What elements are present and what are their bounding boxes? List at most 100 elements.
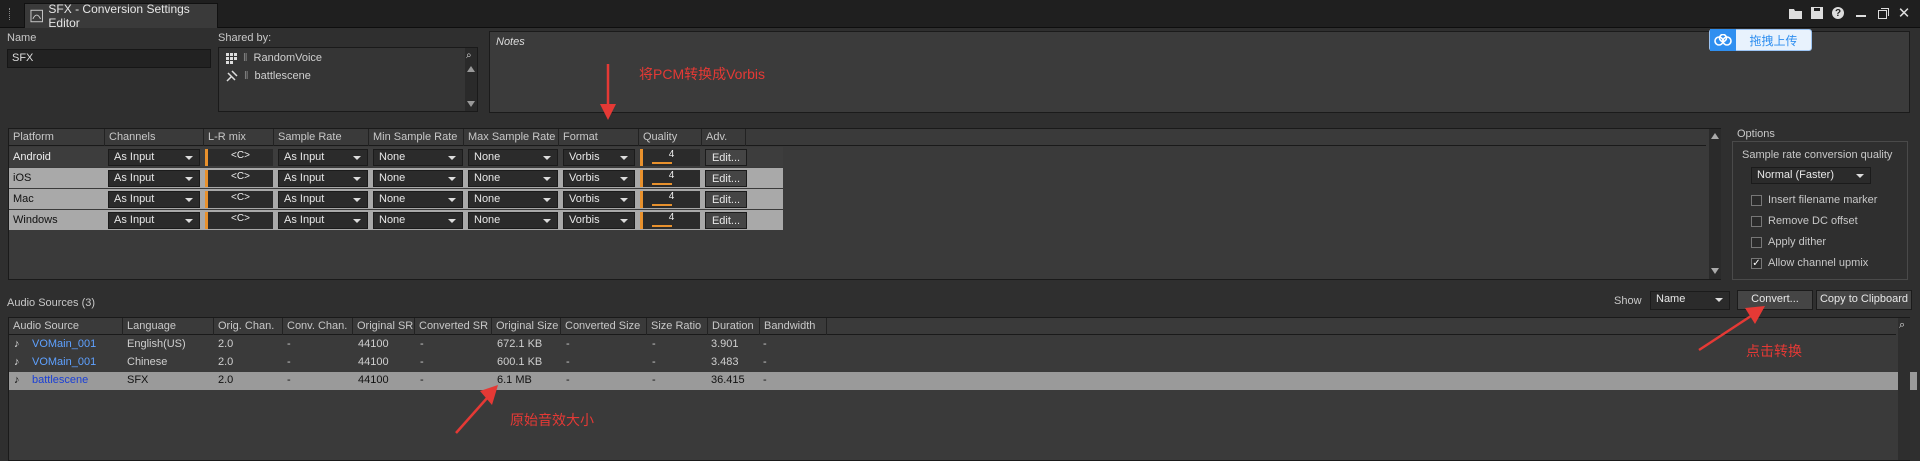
- max-sample-rate-dropdown[interactable]: None: [468, 212, 558, 229]
- platform-row[interactable]: Windows As Input As Input None None Vorbis <C>…: [9, 210, 783, 230]
- table-cell: -: [287, 356, 291, 368]
- column-header[interactable]: Orig. Chan.: [214, 317, 283, 335]
- help-icon[interactable]: ?: [1832, 7, 1844, 19]
- remove-dc-offset-checkbox[interactable]: [1751, 216, 1762, 227]
- name-input[interactable]: SFX: [7, 49, 211, 68]
- advanced-edit-button[interactable]: Edit...: [705, 170, 747, 187]
- channels-dropdown[interactable]: As Input: [108, 212, 200, 229]
- table-row[interactable]: ♪ battlescene SFX 2.0 - 44100 - 6.1 MB - - 36.415 -: [9, 372, 1917, 390]
- sample-rate-dropdown[interactable]: As Input: [278, 170, 368, 187]
- shared-item-label: RandomVoice: [253, 52, 323, 64]
- lr-mix-slider[interactable]: <C>: [205, 212, 273, 229]
- annotation-arrow-original: [455, 385, 498, 434]
- platform-row[interactable]: iOS As Input As Input None None Vorbis <C> 4 Edi…: [9, 168, 783, 188]
- sample-rate-dropdown[interactable]: As Input: [278, 149, 368, 166]
- table-cell: -: [566, 338, 570, 350]
- apply-dither-checkbox[interactable]: [1751, 237, 1762, 248]
- format-dropdown[interactable]: Vorbis: [563, 149, 635, 166]
- platform-row[interactable]: Mac As Input As Input None None Vorbis <C> 4 Edi…: [9, 189, 783, 209]
- table-row[interactable]: ♪ VOMain_001 Chinese 2.0 - 44100 - 600.1 KB - - 3.…: [9, 354, 1917, 372]
- table-row[interactable]: ♪ VOMain_001 English(US) 2.0 - 44100 - 672.1 KB…: [9, 336, 1917, 354]
- list-item[interactable]: ‖ RandomVoice: [226, 52, 322, 64]
- list-item[interactable]: ‖ battlescene: [226, 70, 311, 82]
- checkbox-label: Apply dither: [1768, 236, 1827, 248]
- scroll-down-icon[interactable]: [467, 101, 475, 107]
- search-icon[interactable]: ⌕: [466, 50, 472, 61]
- column-header[interactable]: Format: [559, 128, 639, 146]
- audio-source-link[interactable]: VOMain_001: [32, 356, 96, 368]
- platform-scrollbar[interactable]: [1709, 129, 1721, 279]
- column-header[interactable]: Bandwidth: [760, 317, 827, 335]
- column-header[interactable]: Max Sample Rate: [464, 128, 559, 146]
- upload-button[interactable]: 拖拽上传: [1709, 29, 1812, 51]
- src-quality-dropdown[interactable]: Normal (Faster): [1751, 167, 1871, 184]
- advanced-edit-button[interactable]: Edit...: [705, 149, 747, 166]
- sample-rate-dropdown[interactable]: As Input: [278, 191, 368, 208]
- max-sample-rate-dropdown[interactable]: None: [468, 191, 558, 208]
- advanced-edit-button[interactable]: Edit...: [705, 191, 747, 208]
- column-header[interactable]: Duration: [708, 317, 760, 335]
- column-header[interactable]: Audio Source: [9, 317, 123, 335]
- audio-source-link[interactable]: battlescene: [32, 374, 88, 386]
- random-container-icon: [226, 52, 237, 64]
- table-cell: 36.415: [711, 374, 745, 386]
- channels-dropdown[interactable]: As Input: [108, 170, 200, 187]
- channels-dropdown[interactable]: As Input: [108, 149, 200, 166]
- list-scrollbar[interactable]: ⌕: [465, 48, 477, 111]
- lr-mix-slider[interactable]: <C>: [205, 191, 273, 208]
- scroll-up-icon[interactable]: [1711, 133, 1719, 139]
- title-bar: [0, 0, 1920, 28]
- column-header[interactable]: Size Ratio: [647, 317, 708, 335]
- allow-channel-upmix-checkbox[interactable]: ✓: [1751, 258, 1762, 269]
- advanced-edit-button[interactable]: Edit...: [705, 212, 747, 229]
- column-header[interactable]: Conv. Chan.: [283, 317, 353, 335]
- sources-rows: ♪ VOMain_001 English(US) 2.0 - 44100 - 672.1 KB…: [9, 336, 1917, 396]
- column-header[interactable]: Min Sample Rate: [369, 128, 464, 146]
- save-icon[interactable]: [1810, 6, 1824, 20]
- min-sample-rate-dropdown[interactable]: None: [373, 170, 463, 187]
- table-cell: 44100: [358, 374, 389, 386]
- column-header[interactable]: L-R mix: [204, 128, 274, 146]
- scroll-up-icon[interactable]: [467, 66, 475, 72]
- shared-item-label: battlescene: [254, 70, 311, 82]
- folder-icon[interactable]: [1788, 6, 1802, 20]
- minimize-icon[interactable]: [1854, 6, 1868, 20]
- restore-icon[interactable]: [1876, 6, 1890, 20]
- min-sample-rate-dropdown[interactable]: None: [373, 212, 463, 229]
- copy-to-clipboard-button[interactable]: Copy to Clipboard: [1816, 290, 1912, 310]
- audio-source-link[interactable]: VOMain_001: [32, 338, 96, 350]
- sources-scrollbar[interactable]: ⌕: [1898, 318, 1910, 460]
- column-header[interactable]: Language: [123, 317, 214, 335]
- column-header[interactable]: Converted SR: [415, 317, 492, 335]
- close-icon[interactable]: ✕: [1897, 5, 1911, 22]
- editor-tab[interactable]: SFX - Conversion Settings Editor: [24, 2, 218, 30]
- insert-filename-marker-checkbox[interactable]: [1751, 195, 1762, 206]
- scroll-down-icon[interactable]: [1711, 268, 1719, 274]
- platform-row[interactable]: Android As Input As Input None None Vorbis <C>…: [9, 147, 783, 167]
- checkbox-label: Allow channel upmix: [1768, 257, 1869, 269]
- column-header[interactable]: Sample Rate: [274, 128, 369, 146]
- waveform-icon: ♪: [14, 338, 20, 350]
- column-header[interactable]: Quality: [639, 128, 702, 146]
- max-sample-rate-dropdown[interactable]: None: [468, 170, 558, 187]
- waveform-icon: ♪: [14, 356, 20, 368]
- column-header[interactable]: Adv.: [702, 128, 746, 146]
- column-header[interactable]: Original Size: [492, 317, 561, 335]
- channels-dropdown[interactable]: As Input: [108, 191, 200, 208]
- column-header[interactable]: Platform: [9, 128, 105, 146]
- sample-rate-dropdown[interactable]: As Input: [278, 212, 368, 229]
- format-dropdown[interactable]: Vorbis: [563, 212, 635, 229]
- min-sample-rate-dropdown[interactable]: None: [373, 149, 463, 166]
- drag-grip[interactable]: [9, 8, 11, 20]
- min-sample-rate-dropdown[interactable]: None: [373, 191, 463, 208]
- table-cell: -: [287, 338, 291, 350]
- column-header[interactable]: Original SR: [353, 317, 415, 335]
- column-header[interactable]: Channels: [105, 128, 204, 146]
- search-icon[interactable]: ⌕: [1899, 319, 1905, 332]
- format-dropdown[interactable]: Vorbis: [563, 170, 635, 187]
- lr-mix-slider[interactable]: <C>: [205, 170, 273, 187]
- max-sample-rate-dropdown[interactable]: None: [468, 149, 558, 166]
- column-header[interactable]: Converted Size: [561, 317, 647, 335]
- lr-mix-slider[interactable]: <C>: [205, 149, 273, 166]
- format-dropdown[interactable]: Vorbis: [563, 191, 635, 208]
